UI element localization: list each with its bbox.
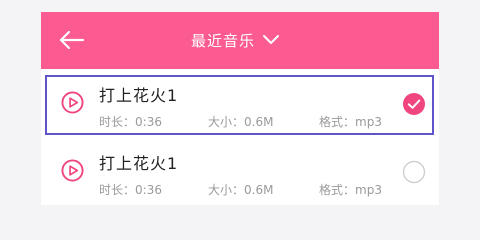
arrow-left-icon bbox=[59, 30, 85, 50]
song-duration: 时长：0:36 bbox=[99, 113, 162, 130]
playlist-selector[interactable]: 最近音乐 bbox=[191, 26, 281, 54]
size-value: 0.6M bbox=[244, 183, 274, 197]
song-duration: 时长：0:36 bbox=[99, 181, 162, 198]
format-value: mp3 bbox=[355, 183, 382, 197]
size-label: 大小： bbox=[208, 183, 245, 197]
song-format: 格式：mp3 bbox=[319, 113, 382, 130]
song-item[interactable]: 打上花火1 时长：0:36 大小：0.6M 格式：mp3 bbox=[41, 71, 439, 137]
song-size: 大小：0.6M bbox=[208, 113, 273, 130]
checked-circle-icon[interactable] bbox=[402, 92, 426, 116]
size-label: 大小： bbox=[208, 115, 245, 129]
duration-value: 0:36 bbox=[135, 183, 162, 197]
song-title: 打上花火1 bbox=[99, 154, 179, 173]
format-label: 格式： bbox=[319, 115, 356, 129]
format-value: mp3 bbox=[355, 115, 382, 129]
music-app: 最近音乐 打上花火1 时长：0:36 大小：0.6M 格式：mp3 打上花火1 … bbox=[41, 12, 439, 205]
duration-label: 时长： bbox=[99, 183, 136, 197]
duration-value: 0:36 bbox=[135, 115, 162, 129]
song-format: 格式：mp3 bbox=[319, 181, 382, 198]
song-item[interactable]: 打上花火1 时长：0:36 大小：0.6M 格式：mp3 bbox=[41, 139, 439, 205]
unchecked-circle-icon[interactable] bbox=[402, 160, 426, 184]
page-title: 最近音乐 bbox=[191, 31, 256, 50]
play-icon[interactable] bbox=[61, 159, 84, 182]
format-label: 格式： bbox=[319, 183, 356, 197]
size-value: 0.6M bbox=[244, 115, 274, 129]
song-size: 大小：0.6M bbox=[208, 181, 273, 198]
song-title: 打上花火1 bbox=[99, 86, 179, 105]
duration-label: 时长： bbox=[99, 115, 136, 129]
play-icon[interactable] bbox=[61, 91, 84, 114]
chevron-down-icon bbox=[263, 35, 280, 44]
back-button[interactable] bbox=[55, 26, 89, 54]
header-bar: 最近音乐 bbox=[41, 12, 439, 69]
